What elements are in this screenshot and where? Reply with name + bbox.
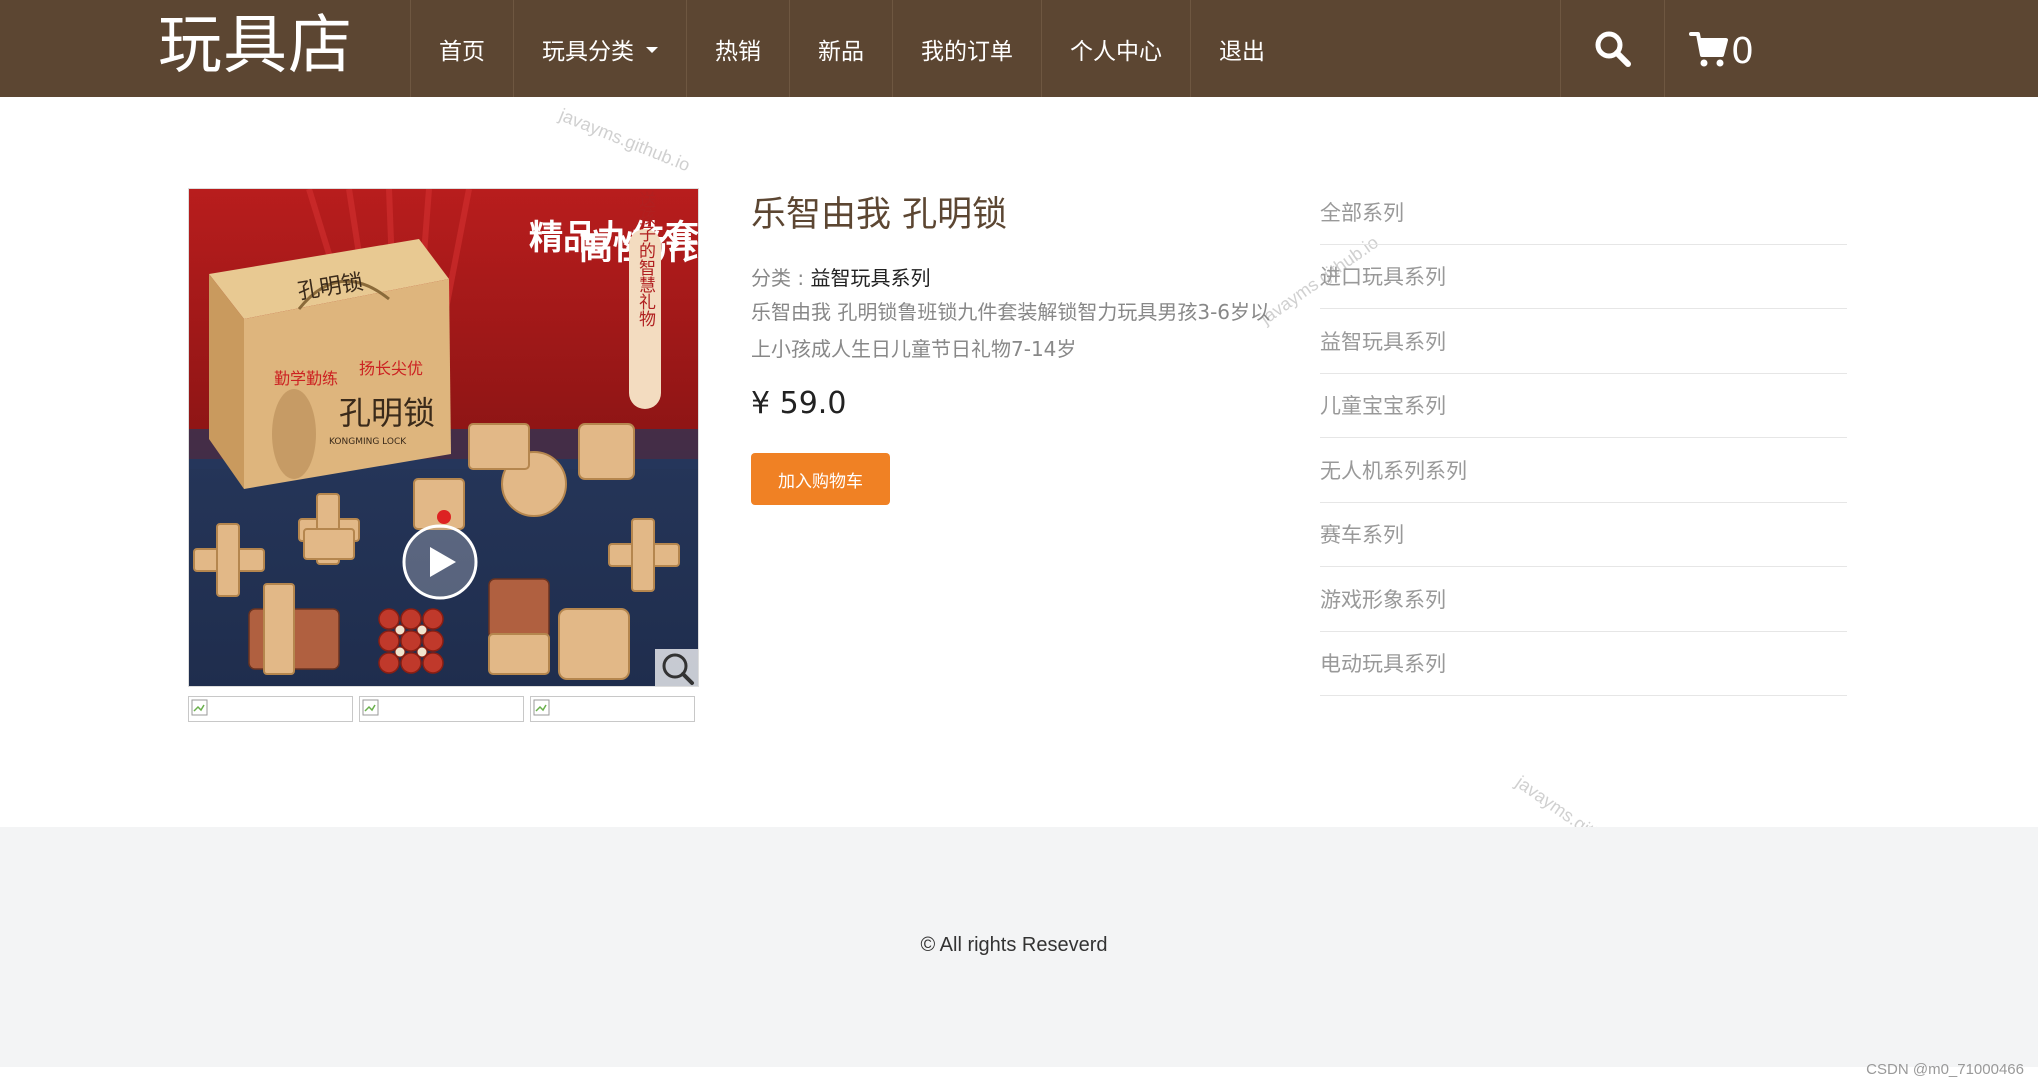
product-photo: 勤学勤练 扬长尖优 孔明锁 孔明锁 KONGMING LOCK 高性价比 精品九… [189,189,699,686]
cart-button[interactable]: 0 [1664,0,1764,97]
category-sidebar: 全部系列 进口玩具系列 益智玩具系列 儿童宝宝系列 无人机系列系列 赛车系列 游… [1320,180,1847,696]
cart-icon [1689,31,1728,66]
broken-image-icon [191,699,208,716]
sidebar-item-drone[interactable]: 无人机系列系列 [1320,438,1847,503]
nav-user-center[interactable]: 个人中心 [1041,0,1190,97]
thumbnail-2[interactable] [359,696,524,722]
main-nav: 首页 玩具分类 热销 新品 我的订单 个人中心 退出 [410,0,1293,97]
caret-down-icon [646,46,658,53]
nav-logout[interactable]: 退出 [1190,0,1293,97]
add-to-cart-button[interactable]: 加入购物车 [751,453,890,505]
csdn-credit: CSDN @m0_71000466 [1866,1061,2024,1078]
box-bottom-text: KONGMING LOCK [329,437,407,447]
sidebar-item-racing[interactable]: 赛车系列 [1320,503,1847,567]
product-main-image[interactable]: 勤学勤练 扬长尖优 孔明锁 孔明锁 KONGMING LOCK 高性价比 精品九… [188,188,699,687]
box-label: 孔明锁 [339,394,435,432]
brand-logo[interactable]: 玩具店 [158,6,353,86]
sidebar-item-educational[interactable]: 益智玩具系列 [1320,309,1847,374]
cart-count: 0 [1731,30,1754,72]
search-icon [1595,31,1631,67]
search-button[interactable] [1560,0,1664,97]
sidebar-item-all[interactable]: 全部系列 [1320,180,1847,245]
sidebar-item-baby[interactable]: 儿童宝宝系列 [1320,374,1847,438]
nav-categories-label: 玩具分类 [542,38,634,65]
sidebar-item-electric[interactable]: 电动玩具系列 [1320,632,1847,696]
nav-toy-categories[interactable]: 玩具分类 [513,0,686,97]
watermark: javayms.github.io [556,104,693,176]
nav-new-label: 新品 [818,38,864,65]
nav-hot-label: 热销 [715,38,761,65]
broken-image-icon [533,699,550,716]
broken-image-icon [362,699,379,716]
product-title: 乐智由我 孔明锁 [751,195,1008,235]
thumbnail-3[interactable] [530,696,695,722]
nav-home[interactable]: 首页 [410,0,513,97]
thumbnail-1[interactable] [188,696,353,722]
nav-actions: 0 [1560,0,1764,97]
nav-logout-label: 退出 [1219,38,1265,65]
box-red-text-2: 扬长尖优 [359,359,423,378]
nav-hot[interactable]: 热销 [686,0,789,97]
box-red-text-1: 勤学勤练 [274,369,338,388]
slogan-tag: 送孩子的智慧礼物 [635,191,656,327]
product-description: 乐智由我 孔明锁鲁班锁九件套装解锁智力玩具男孩3-6岁以上小孩成人生日儿童节日礼… [751,300,1271,361]
sidebar-item-game-figures[interactable]: 游戏形象系列 [1320,567,1847,632]
slogan-2: 精品九件套 [529,218,699,258]
thumbnail-strip [188,696,699,722]
copyright-text: © All rights Reseverd [920,934,1108,956]
page-footer: © All rights Reseverd [0,827,2038,1067]
nav-home-label: 首页 [439,38,485,65]
nav-new[interactable]: 新品 [789,0,892,97]
nav-orders-label: 我的订单 [921,38,1013,65]
nav-my-orders[interactable]: 我的订单 [892,0,1041,97]
top-navbar: 玩具店 首页 玩具分类 热销 新品 我的订单 个人中心 退出 0 [0,0,2038,97]
product-category: 分类 : 益智玩具系列 [751,262,930,291]
category-label: 分类 : [751,266,811,290]
sidebar-item-imported[interactable]: 进口玩具系列 [1320,245,1847,309]
nav-user-label: 个人中心 [1070,38,1162,65]
product-price: ¥ 59.0 [751,386,847,421]
category-link[interactable]: 益智玩具系列 [810,266,930,290]
